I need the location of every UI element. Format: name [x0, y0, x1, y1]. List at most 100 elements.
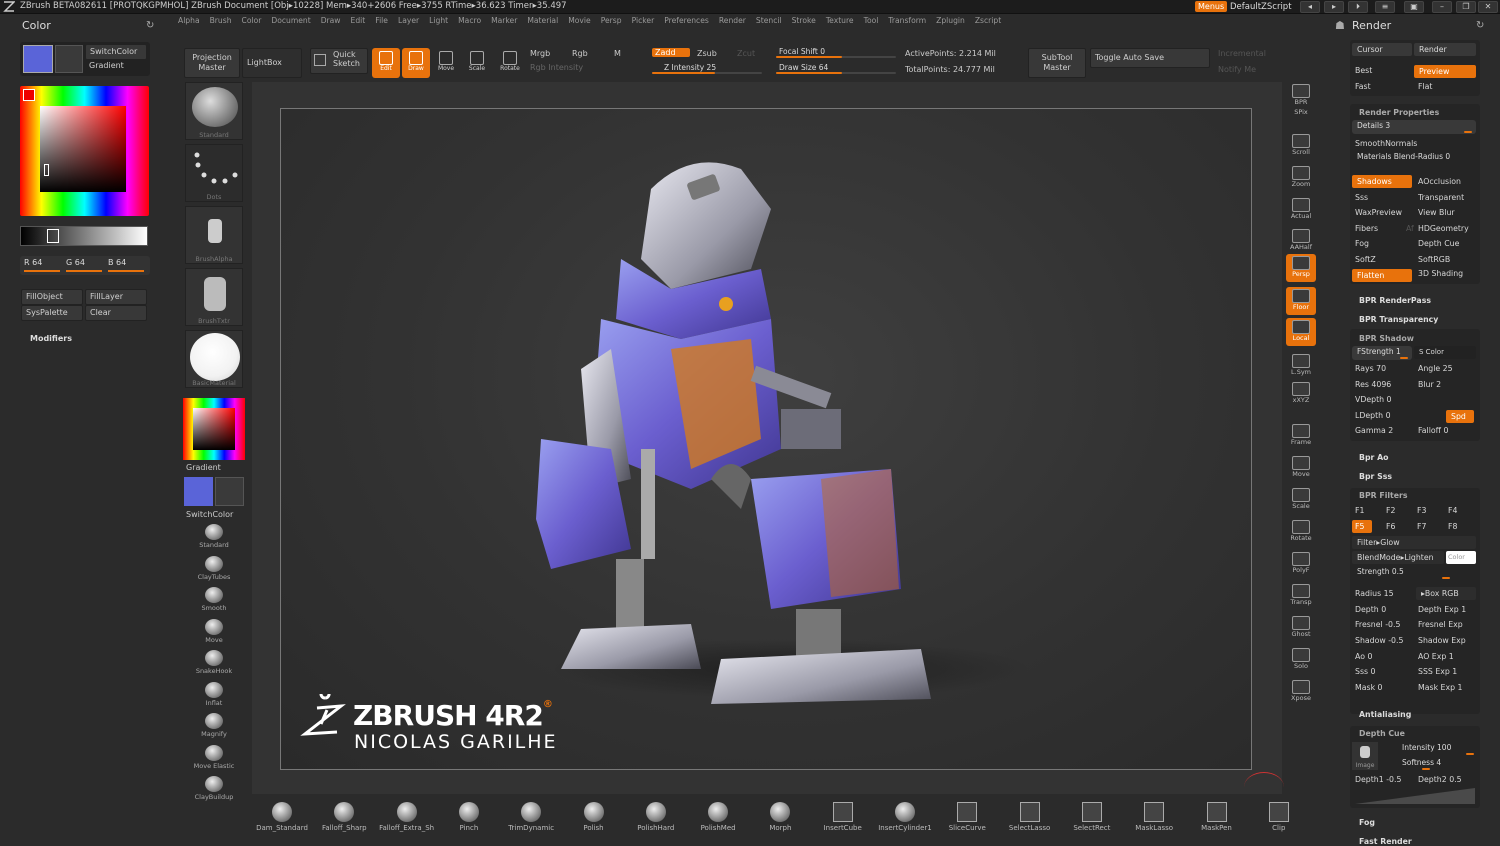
render-properties-title[interactable]: Render Properties	[1359, 108, 1439, 117]
brush-move-elastic[interactable]: Move Elastic	[183, 744, 245, 770]
strength-slider[interactable]: Strength 0.5	[1352, 566, 1476, 580]
play-icon[interactable]: ⏵	[1348, 1, 1368, 13]
ldepth-slider[interactable]: LDepth 0	[1355, 411, 1391, 420]
depth-cue-toggle[interactable]: Depth Cue	[1418, 239, 1459, 248]
menu-item-stroke[interactable]: Stroke	[792, 16, 816, 25]
menu-item-layer[interactable]: Layer	[398, 16, 419, 25]
depth1-slider[interactable]: Depth1 -0.5	[1355, 775, 1401, 784]
box-rgb-select[interactable]: ▸Box RGB	[1416, 587, 1476, 600]
options-icon[interactable]: ≡	[1375, 1, 1395, 13]
depth-slider[interactable]: Depth 0	[1355, 605, 1386, 614]
transparent-toggle[interactable]: Transparent	[1418, 193, 1464, 202]
menu-item-persp[interactable]: Persp	[601, 16, 622, 25]
ao-exp-slider[interactable]: AO Exp 1	[1418, 652, 1454, 661]
mini-secondary-color[interactable]	[215, 477, 244, 506]
notify-me-button[interactable]: Notify Me	[1218, 65, 1256, 74]
b-value[interactable]: B 64	[108, 258, 126, 267]
f5-slot[interactable]: F5	[1352, 520, 1372, 533]
menu-item-transform[interactable]: Transform	[888, 16, 926, 25]
focal-shift-slider[interactable]: Focal Shift 0	[776, 46, 896, 59]
fstrength-slider[interactable]: FStrength 1	[1352, 346, 1412, 360]
gradient-button[interactable]: Gradient	[85, 59, 147, 73]
ao-slider[interactable]: Ao 0	[1355, 652, 1372, 661]
falloff-slider[interactable]: Falloff 0	[1418, 426, 1448, 435]
fill-object-button[interactable]: FillObject	[21, 289, 83, 305]
cursor-button[interactable]: Cursor	[1352, 43, 1412, 56]
gamma-slider[interactable]: Gamma 2	[1355, 426, 1393, 435]
gradient-label[interactable]: Gradient	[186, 463, 221, 472]
draw-size-slider[interactable]: Draw Size 64	[776, 62, 896, 75]
antialiasing-title[interactable]: Antialiasing	[1359, 710, 1411, 719]
menu-item-material[interactable]: Material	[527, 16, 558, 25]
blur-slider[interactable]: Blur 2	[1418, 380, 1441, 389]
fibers-toggle[interactable]: Fibers	[1355, 224, 1378, 233]
menu-item-preferences[interactable]: Preferences	[664, 16, 709, 25]
fast-render-title[interactable]: Fast Render	[1359, 837, 1412, 846]
view-frame[interactable]: Frame	[1286, 422, 1316, 450]
brush-inflat[interactable]: Inflat	[183, 681, 245, 707]
preview-button[interactable]: Preview	[1414, 65, 1476, 78]
aocclusion-toggle[interactable]: AOcclusion	[1418, 177, 1461, 186]
refresh-icon[interactable]: ↻	[146, 20, 154, 31]
menu-item-texture[interactable]: Texture	[826, 16, 854, 25]
switch-color-label[interactable]: SwitchColor	[186, 510, 233, 519]
shadow-slider[interactable]: Shadow -0.5	[1355, 636, 1403, 645]
brush-standard[interactable]: Standard	[183, 524, 245, 549]
rotate-button[interactable]: Rotate	[496, 48, 524, 78]
f7-slot[interactable]: F7	[1417, 522, 1426, 531]
depth-cue-curve[interactable]	[1355, 787, 1475, 805]
bottom-tool-selectlasso[interactable]: SelectLasso	[1000, 802, 1060, 832]
angle-slider[interactable]: Angle 25	[1418, 364, 1453, 373]
view-actual[interactable]: Actual	[1286, 196, 1316, 224]
restore-icon[interactable]: ❐	[1456, 1, 1476, 13]
best-button[interactable]: Best	[1355, 66, 1372, 75]
bottom-tool-falloff_sharp[interactable]: Falloff_Sharp	[314, 802, 374, 832]
view-xxyz[interactable]: xXYZ	[1286, 380, 1316, 408]
menu-item-zplugin[interactable]: Zplugin	[936, 16, 965, 25]
sss-toggle[interactable]: Sss	[1355, 193, 1368, 202]
depth2-slider[interactable]: Depth2 0.5	[1418, 775, 1462, 784]
mini-main-color[interactable]	[184, 477, 213, 506]
shadow-color-swatch[interactable]: S Color	[1414, 346, 1476, 359]
bottom-tool-dam_standard[interactable]: Dam_Standard	[252, 802, 312, 832]
softrgb-toggle[interactable]: SoftRGB	[1418, 255, 1450, 264]
af-toggle[interactable]: Af	[1406, 224, 1414, 233]
bottom-tool-falloff_extra_sh[interactable]: Falloff_Extra_Sh	[377, 802, 437, 832]
menu-item-stencil[interactable]: Stencil	[756, 16, 782, 25]
view-aahalf[interactable]: AAHalf	[1286, 227, 1316, 255]
sss-slider[interactable]: Sss 0	[1355, 667, 1376, 676]
view-rotate[interactable]: Rotate	[1286, 518, 1316, 546]
bottom-tool-polishhard[interactable]: PolishHard	[626, 802, 686, 832]
render-button[interactable]: Render	[1414, 43, 1476, 56]
material-thumbnail[interactable]: BasicMaterial	[185, 330, 243, 388]
texture-thumbnail[interactable]: BrushTxtr	[185, 268, 243, 326]
flat-button[interactable]: Flat	[1418, 82, 1433, 91]
filter-color-swatch[interactable]: Color	[1446, 551, 1476, 564]
sss-exp-slider[interactable]: SSS Exp 1	[1418, 667, 1457, 676]
softness-slider[interactable]: Softness 4	[1382, 757, 1476, 771]
next-icon[interactable]: ▸	[1324, 1, 1344, 13]
close-icon[interactable]: ✕	[1478, 1, 1498, 13]
edit-button[interactable]: Edit	[372, 48, 400, 78]
clear-button[interactable]: Clear	[85, 305, 147, 321]
mini-color-square[interactable]	[193, 408, 235, 450]
incremental-button[interactable]: Incremental	[1218, 49, 1266, 58]
bottom-tool-morph[interactable]: Morph	[750, 802, 810, 832]
prev-icon[interactable]: ◂	[1300, 1, 1320, 13]
hdgeometry-toggle[interactable]: HDGeometry	[1418, 224, 1469, 233]
view-l-sym[interactable]: L.Sym	[1286, 352, 1316, 380]
brush-move[interactable]: Move	[183, 618, 245, 644]
menu-item-light[interactable]: Light	[429, 16, 448, 25]
fresnel-exp-slider[interactable]: Fresnel Exp	[1418, 620, 1463, 629]
secondary-color-swatch[interactable]	[55, 45, 83, 73]
blendmode-select[interactable]: BlendMode▸Lighten	[1352, 551, 1444, 564]
color-picker-hue-ring[interactable]	[20, 86, 149, 216]
intensity-slider[interactable]: Intensity 100	[1382, 742, 1476, 756]
depth-exp-slider[interactable]: Depth Exp 1	[1418, 605, 1466, 614]
bottom-tool-slicecurve[interactable]: SliceCurve	[937, 802, 997, 832]
brush-claybuildup[interactable]: ClayBuildup	[183, 776, 245, 801]
brush-smooth[interactable]: Smooth	[183, 587, 245, 612]
details-slider[interactable]: Details 3	[1352, 120, 1476, 134]
smooth-normals-toggle[interactable]: SmoothNormals	[1355, 139, 1417, 148]
lightbox-button[interactable]: LightBox	[242, 48, 302, 78]
